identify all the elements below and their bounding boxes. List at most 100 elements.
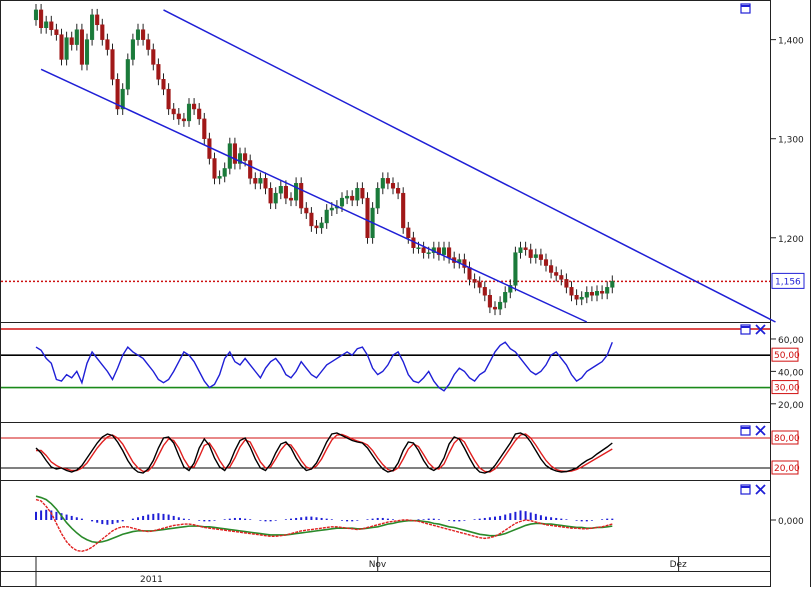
candle-down — [161, 79, 166, 90]
candle-up — [498, 301, 503, 310]
candle-up — [33, 9, 39, 21]
price-tick-label: 1,400 — [778, 37, 804, 47]
candle-up — [355, 187, 360, 201]
price-panel: 1,400 1,300 1,200 1,156 — [1, 3, 805, 323]
candle-down — [166, 88, 171, 110]
macd-window-restore-icon[interactable] — [740, 484, 751, 495]
candle-up — [513, 252, 518, 286]
candle-down — [543, 259, 549, 266]
candle-up — [518, 247, 523, 253]
candle-up — [375, 187, 380, 209]
candle-down — [181, 118, 186, 122]
candle-down — [564, 279, 569, 288]
candle-down — [528, 249, 533, 258]
rsi-tick-label: 60,00 — [778, 336, 804, 346]
candle-down — [253, 178, 258, 184]
candle-down — [54, 29, 59, 35]
candle-down — [401, 192, 406, 229]
candle-up — [186, 103, 192, 122]
candle-up — [605, 287, 610, 294]
candle-up — [125, 59, 130, 90]
candle-down — [105, 39, 110, 50]
current-price-label: 1,156 — [775, 277, 801, 287]
candle-down — [202, 118, 207, 139]
candle-down — [569, 287, 574, 296]
candle-down — [390, 183, 396, 189]
candle-up — [222, 168, 227, 177]
rsi-window-restore-icon[interactable] — [740, 324, 751, 335]
candle-down — [212, 158, 217, 179]
candle-down — [600, 291, 605, 294]
candle-down — [95, 14, 100, 26]
price-tick-label: 1,200 — [778, 235, 804, 245]
candle-down — [385, 178, 390, 184]
candle-down — [59, 34, 64, 60]
candle-up — [441, 247, 447, 255]
stoch-level-label: 20,00 — [774, 464, 800, 474]
axis-month-label: Nov — [369, 560, 387, 570]
candle-down — [467, 267, 472, 280]
axis-month-label: Dez — [670, 560, 687, 570]
candle-down — [69, 37, 74, 45]
candle-down — [549, 265, 554, 273]
candle-down — [559, 275, 564, 280]
candle-up — [345, 195, 350, 199]
candle-down — [146, 39, 151, 50]
chart-window: 1,400 1,300 1,200 1,156 50,00 30,00 60,00 40,0… — [0, 0, 811, 587]
candle-down — [49, 21, 54, 30]
candle-up — [44, 21, 49, 28]
candle-down — [406, 227, 411, 239]
axis-year-label: 2011 — [140, 575, 163, 585]
candle-down — [538, 254, 543, 260]
candle-down — [197, 108, 202, 120]
candle-down — [268, 187, 273, 204]
candle-down — [492, 306, 498, 310]
candle-up — [594, 291, 600, 296]
rsi-tick-label: 20,00 — [778, 401, 804, 411]
candle-up — [324, 209, 329, 224]
candle-up — [503, 292, 508, 303]
candle-down — [151, 49, 156, 65]
candle-up — [416, 247, 421, 249]
stoch-panel-frame — [0, 422, 771, 481]
candle-up — [217, 176, 222, 179]
candle-down — [171, 108, 176, 115]
candle-down — [477, 282, 482, 288]
candle-down — [243, 153, 248, 161]
macd-panel: 0,000 — [35, 495, 804, 552]
candle-up — [273, 192, 278, 204]
channel-lower-line — [40, 68, 588, 323]
candle-down — [79, 29, 84, 65]
candle-up — [294, 183, 299, 201]
candle-up — [339, 197, 345, 207]
macd-close-x-icon[interactable] — [755, 484, 766, 495]
stoch-level-label: 80,00 — [774, 434, 800, 444]
candle-down — [283, 186, 288, 199]
candle-down — [288, 197, 294, 201]
candle-down — [472, 279, 477, 283]
candle-down — [314, 225, 319, 229]
candle-up — [64, 37, 69, 60]
rsi-level-label: 30,00 — [774, 384, 800, 394]
stoch-window-restore-icon[interactable] — [740, 425, 751, 436]
candle-down — [574, 294, 579, 300]
candle-up — [90, 14, 95, 40]
candle-down — [350, 195, 355, 201]
candle-down — [39, 9, 44, 28]
candle-down — [360, 187, 365, 199]
candle-down — [299, 183, 304, 209]
price-panel-frame — [0, 0, 771, 323]
price-window-restore-icon[interactable] — [740, 3, 751, 14]
rsi-level-label: 50,00 — [774, 351, 800, 361]
candle-up — [258, 178, 263, 184]
stoch-close-x-icon[interactable] — [755, 425, 766, 436]
candle-up — [135, 29, 141, 40]
candle-up — [380, 178, 385, 189]
candle-down — [421, 247, 426, 253]
price-tick-label: 1,300 — [778, 136, 804, 146]
candle-down — [589, 292, 594, 296]
candle-down — [447, 247, 452, 258]
candle-down — [365, 197, 370, 239]
candle-up — [278, 186, 283, 194]
candle-down — [396, 187, 401, 194]
